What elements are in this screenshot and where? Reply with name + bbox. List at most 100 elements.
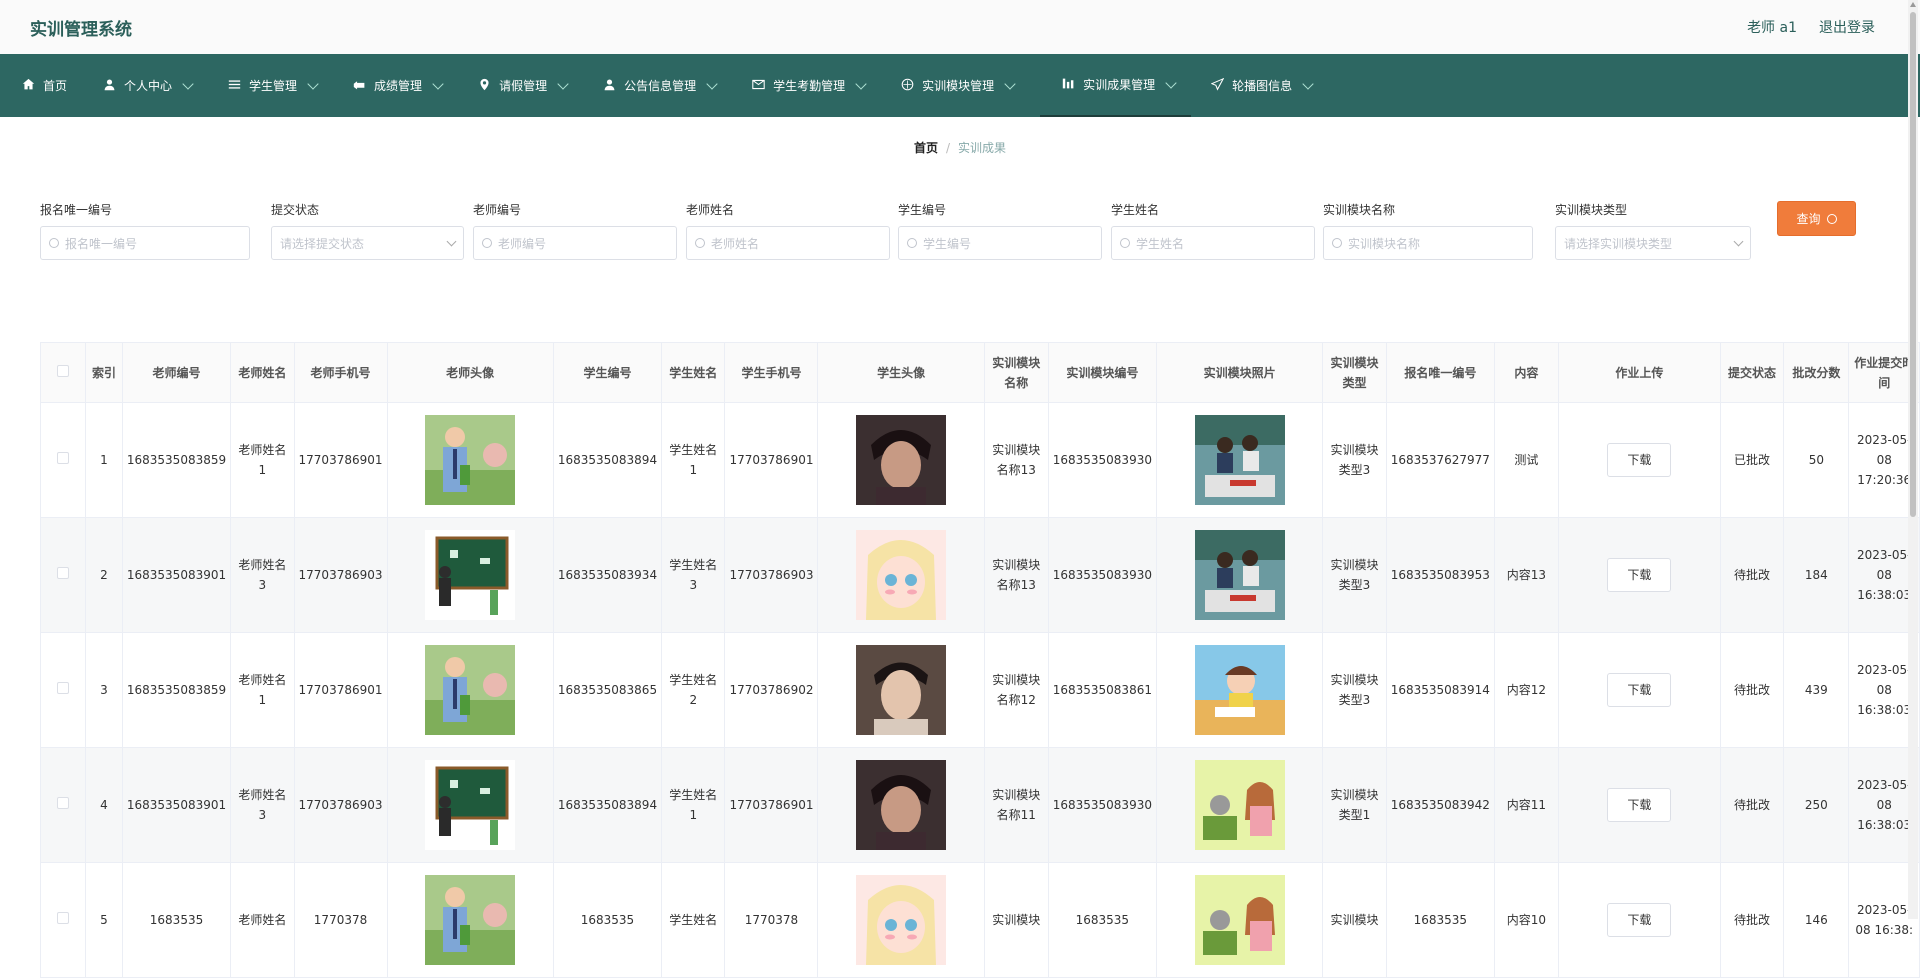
cell-score: 184 bbox=[1783, 517, 1850, 633]
module-photo-image[interactable] bbox=[1194, 875, 1285, 965]
chart-icon bbox=[1062, 77, 1075, 93]
cell-idx: 4 bbox=[85, 747, 123, 863]
nav-item-6[interactable]: 学生考勤管理 bbox=[750, 54, 881, 117]
upload-cell: 下载 bbox=[1557, 862, 1721, 978]
filter-input[interactable]: 实训模块名称 bbox=[1323, 226, 1533, 260]
row-select-cell bbox=[39, 747, 87, 863]
logout-link[interactable]: 退出登录 bbox=[1819, 17, 1875, 37]
scrollbar-thumb[interactable] bbox=[1910, 12, 1916, 517]
student-avatar-image[interactable] bbox=[856, 415, 947, 505]
student-avatar-image[interactable] bbox=[856, 645, 947, 735]
filter-input[interactable]: 报名唯一编号 bbox=[40, 226, 250, 260]
chevron-down-icon bbox=[1004, 77, 1016, 90]
row-checkbox[interactable] bbox=[57, 797, 70, 809]
row-checkbox[interactable] bbox=[57, 452, 70, 464]
student-avatar-image[interactable] bbox=[856, 530, 947, 620]
filter-label: 实训模块名称 bbox=[1323, 203, 1396, 217]
teacher-avatar-image[interactable] bbox=[425, 645, 516, 735]
scroll-up-icon[interactable] bbox=[1910, 2, 1916, 7]
teacher-avatar-image[interactable] bbox=[425, 875, 516, 965]
cell-sno: 1683535083934 bbox=[552, 517, 663, 633]
filter-label: 报名唯一编号 bbox=[40, 203, 113, 217]
module-photo-image[interactable] bbox=[1194, 760, 1285, 850]
nav-item-9[interactable]: 轮播图信息 bbox=[1209, 54, 1328, 117]
row-checkbox[interactable] bbox=[57, 567, 70, 579]
cell-sname: 学生姓名 bbox=[661, 862, 726, 978]
cell-mtype: 实训模块类型3 bbox=[1322, 402, 1387, 518]
cell-sphone: 17703786902 bbox=[724, 632, 819, 748]
row-checkbox[interactable] bbox=[57, 682, 70, 694]
current-user[interactable]: 老师 a1 bbox=[1747, 17, 1797, 37]
nav-item-5[interactable]: 公告信息管理 bbox=[601, 54, 732, 117]
mail-icon bbox=[752, 78, 765, 94]
breadcrumb-home[interactable]: 首页 bbox=[914, 141, 938, 155]
cell-tphone: 17703786901 bbox=[293, 632, 388, 748]
download-button[interactable]: 下载 bbox=[1607, 903, 1672, 937]
cell-score: 146 bbox=[1783, 862, 1850, 978]
student-avatar-image[interactable] bbox=[856, 760, 947, 850]
table-row[interactable]: 2 1683535083901 老师姓名3 17703786903 1683535083… bbox=[39, 517, 1920, 633]
teacher-avatar-image[interactable] bbox=[425, 760, 516, 850]
nav-item-1[interactable]: 个人中心 bbox=[101, 54, 208, 117]
placeholder: 实训模块名称 bbox=[1348, 236, 1421, 251]
cell-sno: 1683535083894 bbox=[552, 402, 663, 518]
module-photo-image[interactable] bbox=[1194, 530, 1285, 620]
download-button[interactable]: 下载 bbox=[1607, 558, 1672, 592]
column-header: 老师姓名 bbox=[230, 342, 295, 403]
table-row[interactable]: 4 1683535083901 老师姓名3 17703786903 1683535083… bbox=[39, 747, 1920, 863]
module-photo-image-cell bbox=[1155, 517, 1324, 633]
download-button[interactable]: 下载 bbox=[1607, 443, 1672, 477]
download-button[interactable]: 下载 bbox=[1607, 788, 1672, 822]
nav-item-3[interactable]: 成绩管理 bbox=[351, 54, 458, 117]
column-header: 实训模块编号 bbox=[1047, 342, 1157, 403]
filter-select[interactable]: 请选择实训模块类型 bbox=[1555, 226, 1751, 260]
nav-item-label: 学生管理 bbox=[249, 79, 298, 93]
breadcrumb-separator: / bbox=[945, 141, 951, 155]
download-button[interactable]: 下载 bbox=[1607, 673, 1672, 707]
cell-status: 待批改 bbox=[1719, 517, 1785, 633]
cell-status: 待批改 bbox=[1719, 862, 1785, 978]
table-row[interactable]: 1 1683535083859 老师姓名1 17703786901 1683535083… bbox=[39, 402, 1920, 518]
filter-input[interactable]: 学生编号 bbox=[898, 226, 1102, 260]
cell-idx: 1 bbox=[85, 402, 123, 518]
vertical-scrollbar[interactable] bbox=[1908, 0, 1918, 919]
teacher-avatar-image-cell bbox=[386, 402, 554, 518]
filter-input[interactable]: 老师编号 bbox=[473, 226, 677, 260]
query-button[interactable]: 查询 bbox=[1777, 201, 1856, 236]
filter-input[interactable]: 学生姓名 bbox=[1111, 226, 1315, 260]
cell-sno: 1683535 bbox=[552, 862, 663, 978]
chevron-down-icon bbox=[557, 77, 569, 90]
filter-field: 报名唯一编号 报名唯一编号 bbox=[40, 201, 250, 260]
student-avatar-image[interactable] bbox=[856, 875, 947, 965]
nav-item-8[interactable]: 实训成果管理 bbox=[1040, 54, 1192, 117]
table-row[interactable]: 5 1683535 老师姓名 1770378 1683535 学生姓名 1770378 实训模… bbox=[39, 862, 1920, 978]
cell-sphone: 17703786903 bbox=[724, 517, 819, 633]
filter-input[interactable]: 老师姓名 bbox=[686, 226, 890, 260]
cell-content: 测试 bbox=[1493, 402, 1559, 518]
module-photo-image-cell bbox=[1155, 402, 1324, 518]
cell-sname: 学生姓名1 bbox=[661, 747, 726, 863]
select-all-checkbox[interactable] bbox=[57, 364, 70, 377]
row-select-cell bbox=[39, 402, 87, 518]
nav-item-0[interactable]: 首页 bbox=[20, 54, 83, 117]
location-icon bbox=[478, 78, 491, 94]
teacher-avatar-image[interactable] bbox=[425, 415, 516, 505]
cell-sno: 1683535083865 bbox=[552, 632, 663, 748]
module-photo-image[interactable] bbox=[1194, 415, 1285, 505]
module-photo-image[interactable] bbox=[1194, 645, 1285, 735]
filter-select[interactable]: 请选择提交状态 bbox=[271, 226, 464, 260]
teacher-avatar-image[interactable] bbox=[425, 530, 516, 620]
row-checkbox[interactable] bbox=[57, 912, 70, 924]
table-row[interactable]: 3 1683535083859 老师姓名1 17703786901 1683535083… bbox=[39, 632, 1920, 748]
nav-item-4[interactable]: 请假管理 bbox=[476, 54, 583, 117]
cell-tphone: 17703786903 bbox=[293, 747, 388, 863]
cell-sno: 1683535083894 bbox=[552, 747, 663, 863]
column-header: 实训模块照片 bbox=[1155, 342, 1324, 403]
nav-item-7[interactable]: 实训模块管理 bbox=[899, 54, 1030, 117]
cell-sname: 学生姓名3 bbox=[661, 517, 726, 633]
filter-field: 实训模块名称 实训模块名称 bbox=[1323, 201, 1533, 260]
cell-tno: 1683535083859 bbox=[121, 632, 232, 748]
home-icon bbox=[22, 78, 35, 94]
nav-item-label: 实训成果管理 bbox=[1083, 78, 1156, 92]
nav-item-2[interactable]: 学生管理 bbox=[226, 54, 333, 117]
